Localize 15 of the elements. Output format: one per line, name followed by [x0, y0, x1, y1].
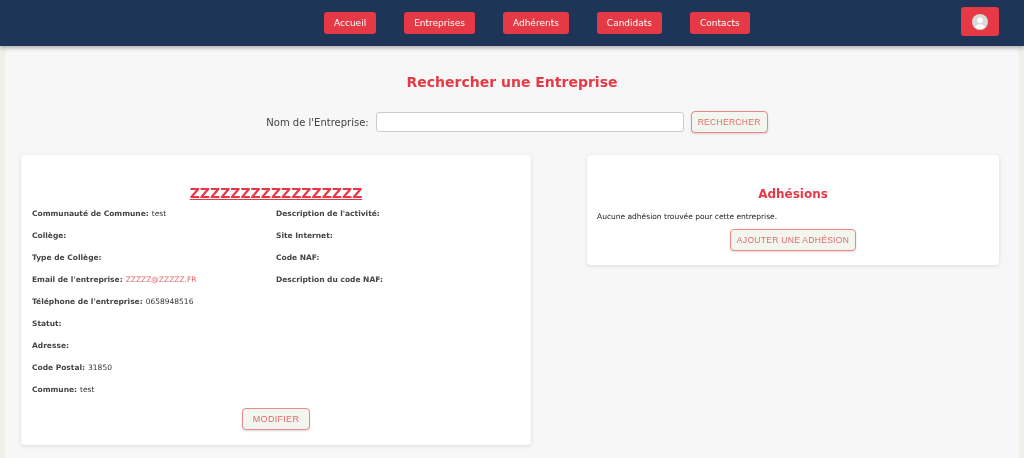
field-label: Nom de l'Entreprise:	[266, 116, 369, 128]
company-name: ZZZZZZZZZZZZZZZZZ	[188, 185, 364, 201]
card-title: Adhésions	[757, 187, 829, 201]
user-icon	[972, 13, 988, 30]
page-title: Rechercher une Entreprise	[405, 74, 619, 92]
nav-button[interactable]: Entreprises	[404, 12, 475, 34]
nav-button[interactable]: Contacts	[690, 12, 750, 34]
modify-button[interactable]: MODIFIER	[241, 408, 311, 430]
add-adhesion-button[interactable]: AJOUTER UNE ADHÉSION	[729, 229, 857, 251]
nav-button[interactable]: Adhérents	[502, 12, 569, 34]
nav-button[interactable]: Candidats	[596, 12, 663, 34]
nav-button[interactable]: Accueil	[324, 12, 377, 34]
search-button[interactable]: RECHERCHER	[690, 111, 768, 133]
user-button[interactable]	[961, 7, 999, 36]
search-field[interactable]	[375, 112, 684, 132]
